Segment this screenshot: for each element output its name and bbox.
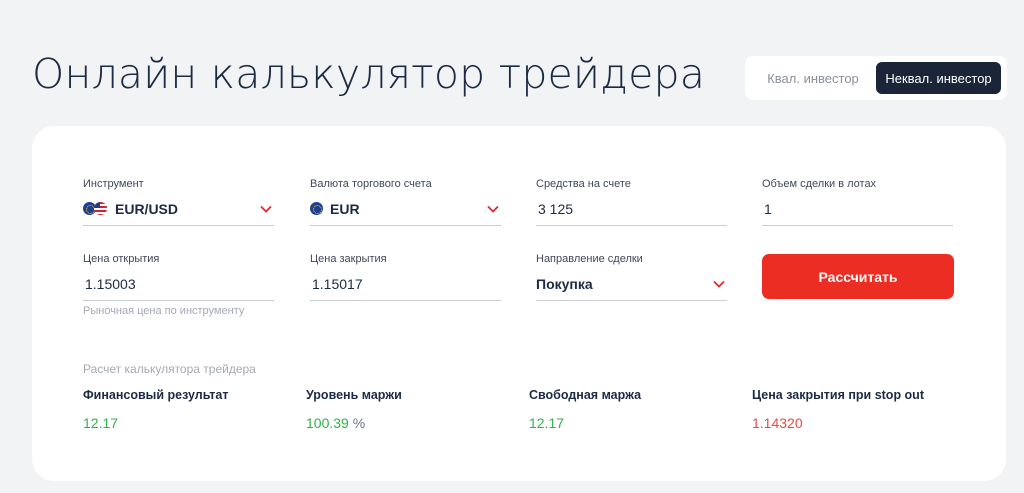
eu-flag-icon: [310, 202, 323, 215]
lot-volume-field: Объем сделки в лотах 1: [762, 178, 953, 226]
instrument-field: Инструмент EUR/USD: [83, 178, 274, 226]
qualified-investor-tab[interactable]: Квал. инвестор: [751, 62, 875, 94]
non-qualified-investor-tab[interactable]: Неквал. инвестор: [876, 62, 1001, 94]
funds-field: Средства на счете 3 125: [536, 178, 727, 226]
account-currency-label: Валюта торгового счета: [310, 178, 432, 190]
close-price-field: Цена закрытия 1.15017: [310, 253, 501, 301]
direction-value: Покупка: [536, 275, 593, 292]
stop-out-price-value: 1.14320: [752, 415, 803, 431]
financial-result-value: 12.17: [83, 415, 119, 431]
open-price-value: 1.15003: [85, 275, 136, 292]
funds-value: 3 125: [538, 200, 574, 217]
close-price-label: Цена закрытия: [310, 253, 387, 265]
close-price-input[interactable]: 1.15017: [310, 267, 501, 301]
results-header: Расчет калькулятора трейдера: [83, 362, 256, 376]
calculate-button[interactable]: Рассчитать: [762, 254, 954, 299]
financial-result-label: Финансовый результат: [83, 388, 229, 402]
free-margin-label: Свободная маржа: [529, 388, 642, 402]
margin-level-value-row: 100.39 %: [306, 415, 516, 431]
direction-field: Направление сделки Покупка: [536, 253, 727, 301]
calculator-card: Инструмент EUR/USD Валюта торгового счет…: [32, 126, 1006, 481]
open-price-field: Цена открытия 1.15003 Рыночная цена по и…: [83, 253, 274, 317]
chevron-down-icon: [487, 205, 499, 213]
account-currency-field: Валюта торгового счета EUR: [310, 178, 501, 226]
instrument-label: Инструмент: [83, 178, 144, 190]
direction-select[interactable]: Покупка: [536, 267, 727, 301]
lot-volume-input[interactable]: 1: [762, 192, 953, 226]
margin-level-value: 100.39: [306, 415, 349, 431]
us-flag-icon: [94, 202, 107, 215]
instrument-select[interactable]: EUR/USD: [83, 192, 274, 226]
direction-label: Направление сделки: [536, 253, 643, 265]
margin-level-label: Уровень маржи: [306, 388, 402, 402]
chevron-down-icon: [713, 280, 725, 288]
chevron-down-icon: [260, 205, 272, 213]
account-currency-select[interactable]: EUR: [310, 192, 501, 226]
instrument-value: EUR/USD: [115, 200, 179, 217]
account-currency-value: EUR: [330, 200, 360, 217]
page-title: Онлайн калькулятор трейдера: [32, 50, 706, 98]
financial-result: Финансовый результат 12.17: [83, 388, 293, 431]
lot-volume-value: 1: [764, 200, 772, 217]
lot-volume-label: Объем сделки в лотах: [762, 178, 877, 190]
close-price-value: 1.15017: [312, 275, 363, 292]
investor-toggle: Квал. инвестор Неквал. инвестор: [745, 56, 1007, 100]
stop-out-price: Цена закрытия при stop out 1.14320: [752, 388, 962, 431]
free-margin-value: 12.17: [529, 415, 565, 431]
margin-level: Уровень маржи 100.39 %: [306, 388, 516, 431]
funds-input[interactable]: 3 125: [536, 192, 727, 226]
stop-out-price-label: Цена закрытия при stop out: [752, 388, 924, 402]
funds-label: Средства на счете: [536, 178, 631, 190]
free-margin: Свободная маржа 12.17: [529, 388, 739, 431]
open-price-label: Цена открытия: [83, 253, 160, 265]
margin-level-unit: %: [352, 415, 366, 431]
open-price-input[interactable]: 1.15003: [83, 267, 274, 301]
open-price-hint: Рыночная цена по инструменту: [83, 305, 245, 317]
